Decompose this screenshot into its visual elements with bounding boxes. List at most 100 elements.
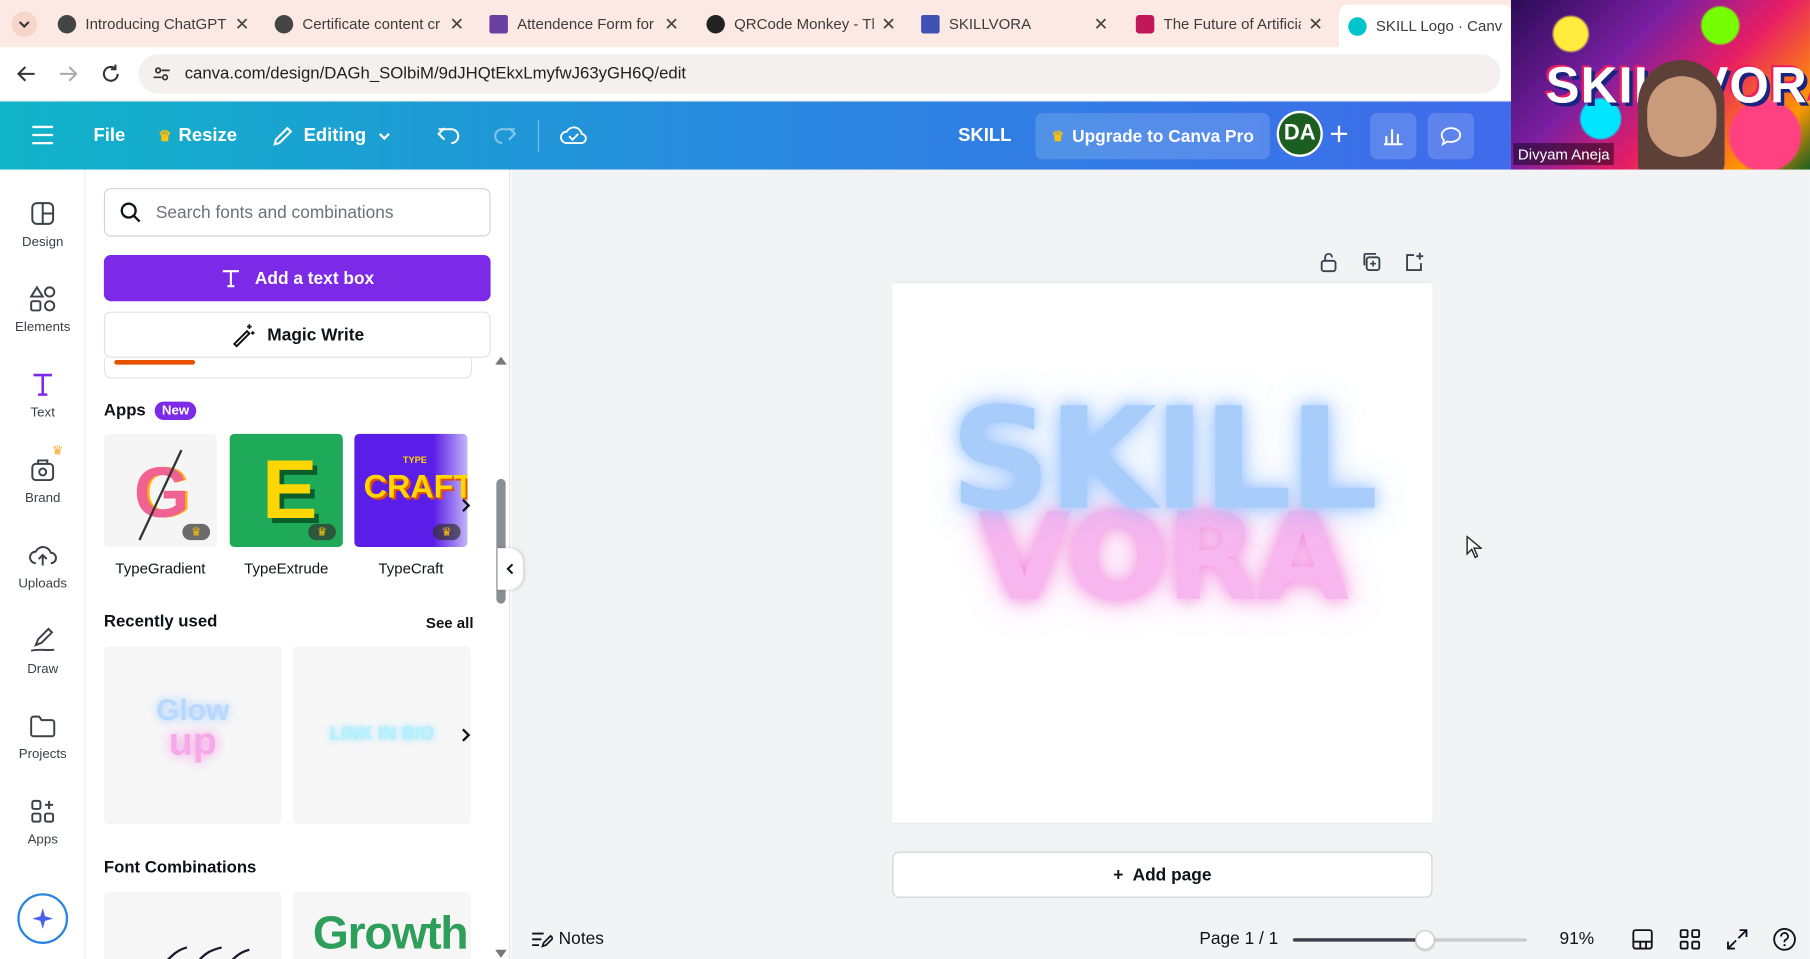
crown-icon: ♛ xyxy=(432,523,461,541)
rail-item-apps[interactable]: Apps xyxy=(0,782,85,865)
rail-label: Projects xyxy=(18,747,67,762)
insights-chart-icon[interactable] xyxy=(1370,113,1417,160)
brand-icon xyxy=(28,455,58,485)
resize-button[interactable]: ♛ Resize xyxy=(158,102,237,170)
magic-write-button[interactable]: Magic Write xyxy=(103,311,491,358)
browser-tab-active[interactable]: SKILL Logo · Canva xyxy=(1338,4,1513,48)
rail-item-brand[interactable]: Brand ♛ xyxy=(0,441,85,524)
help-icon[interactable] xyxy=(1772,927,1797,952)
person-face xyxy=(1647,76,1717,157)
magic-assistant-button[interactable] xyxy=(17,893,69,944)
browser-tab[interactable]: The Future of Artificia ✕ xyxy=(1127,7,1332,40)
recent-item-glow-up[interactable]: Glow up xyxy=(103,646,282,824)
rail-label: Uploads xyxy=(18,577,68,591)
scroll-down-icon[interactable] xyxy=(495,949,507,958)
app-tile-typeextrude[interactable]: E ♛ xyxy=(229,433,343,547)
chevron-down-icon xyxy=(378,129,392,143)
draw-pen-icon xyxy=(28,625,58,655)
shapes-icon xyxy=(28,284,58,314)
lock-icon[interactable] xyxy=(1318,250,1339,273)
close-icon[interactable]: ✕ xyxy=(664,13,679,34)
forward-arrow-icon[interactable] xyxy=(58,63,79,84)
cloud-saved-icon[interactable] xyxy=(560,122,588,147)
text-t-icon xyxy=(220,268,241,289)
document-title[interactable]: SKILL xyxy=(958,102,1011,170)
magic-wand-icon xyxy=(230,322,255,348)
comment-icon[interactable] xyxy=(1427,113,1475,160)
notes-button[interactable]: Notes xyxy=(559,929,604,949)
chatgpt-icon xyxy=(274,14,294,33)
apps-grid-icon xyxy=(28,796,58,826)
scroll-up-icon[interactable] xyxy=(495,356,507,365)
close-icon[interactable]: ✕ xyxy=(235,13,250,34)
rail-item-uploads[interactable]: Uploads xyxy=(0,526,85,609)
design-page[interactable]: SKILL VORA xyxy=(892,282,1433,823)
redo-icon[interactable] xyxy=(492,123,517,146)
side-rail: Design Elements Text Brand ♛ Uploads Dra… xyxy=(0,169,86,959)
collapse-panel-button[interactable] xyxy=(497,548,523,590)
app-tile-typecraft[interactable]: TYPE CRAFT ♛ xyxy=(354,433,468,547)
add-text-box-button[interactable]: Add a text box xyxy=(103,255,491,302)
thumbnail-view-icon[interactable] xyxy=(1631,928,1654,951)
zoom-level[interactable]: 91% xyxy=(1559,929,1594,949)
chevron-right-icon[interactable] xyxy=(459,727,473,743)
rail-item-elements[interactable]: Elements xyxy=(0,270,85,353)
fullscreen-icon[interactable] xyxy=(1726,928,1749,951)
undo-icon[interactable] xyxy=(436,123,461,146)
plus-icon: + xyxy=(1113,864,1124,885)
chatgpt-icon xyxy=(57,14,77,33)
partial-card-stripe xyxy=(114,360,196,365)
new-badge: New xyxy=(154,401,197,421)
tab-title: Attendence Form for xyxy=(517,15,654,33)
page-indicator[interactable]: Page 1 / 1 xyxy=(1199,929,1278,949)
resize-label: Resize xyxy=(178,125,238,145)
file-menu-button[interactable]: File xyxy=(93,102,125,170)
crown-icon: ♛ xyxy=(182,523,211,541)
chevron-right-icon[interactable] xyxy=(459,497,473,513)
see-all-link[interactable]: See all xyxy=(426,614,474,631)
back-arrow-icon[interactable] xyxy=(16,63,37,84)
canva-icon xyxy=(1348,16,1367,36)
browser-tab[interactable]: Certificate content cr ✕ xyxy=(265,7,473,40)
upgrade-label: Upgrade to Canva Pro xyxy=(1072,126,1254,146)
rail-item-design[interactable]: Design xyxy=(0,185,85,268)
browser-tab[interactable]: QRCode Monkey - Th ✕ xyxy=(697,7,905,40)
close-icon[interactable]: ✕ xyxy=(881,13,896,34)
browser-tab[interactable]: SKILLVORA ✕ xyxy=(912,7,1117,40)
browser-tab[interactable]: Introducing ChatGPT ✕ xyxy=(48,7,258,40)
folder-icon xyxy=(28,711,58,741)
avatar[interactable]: DA xyxy=(1276,110,1323,157)
add-page-label: Add page xyxy=(1132,864,1212,885)
url-field[interactable]: canva.com/design/DAGh_SOlbiM/9dJHQtEkxLm… xyxy=(138,54,1501,94)
font-combination-card[interactable] xyxy=(103,892,282,959)
font-search-input[interactable]: Search fonts and combinations xyxy=(103,188,491,237)
close-icon[interactable]: ✕ xyxy=(1094,13,1109,34)
app-tile-typegradient[interactable]: G ♛ xyxy=(103,433,218,547)
add-page-button[interactable]: + Add page xyxy=(892,851,1433,898)
tab-title: SKILLVORA xyxy=(948,15,1032,33)
close-icon[interactable]: ✕ xyxy=(450,13,465,34)
design-word-skill[interactable]: SKILL xyxy=(892,389,1432,530)
site-info-icon[interactable] xyxy=(152,65,170,83)
grid-view-icon[interactable] xyxy=(1678,928,1701,951)
add-page-icon[interactable] xyxy=(1404,250,1425,273)
chevron-left-icon xyxy=(506,562,515,576)
close-icon[interactable]: ✕ xyxy=(1308,13,1323,34)
notes-icon[interactable] xyxy=(530,929,553,950)
browser-tab[interactable]: Attendence Form for ✕ xyxy=(480,7,688,40)
plus-icon[interactable] xyxy=(1329,123,1350,144)
menu-icon[interactable] xyxy=(30,123,55,146)
font-combination-card[interactable]: Growth xyxy=(293,892,471,959)
zoom-slider-handle[interactable] xyxy=(1414,930,1435,950)
reload-icon[interactable] xyxy=(100,63,121,84)
duplicate-page-icon[interactable] xyxy=(1361,250,1382,273)
search-icon xyxy=(119,201,142,224)
rail-item-draw[interactable]: Draw xyxy=(0,612,85,695)
tab-list-chevron-icon[interactable] xyxy=(11,11,37,37)
pencil-icon xyxy=(271,124,294,147)
editing-mode-button[interactable]: Editing xyxy=(271,102,391,170)
rail-item-projects[interactable]: Projects xyxy=(0,697,85,780)
recent-item-link-in-bio[interactable]: LINK IN BIO xyxy=(293,646,471,824)
rail-item-text[interactable]: Text xyxy=(0,355,85,438)
upgrade-button[interactable]: ♛ Upgrade to Canva Pro xyxy=(1035,113,1271,160)
